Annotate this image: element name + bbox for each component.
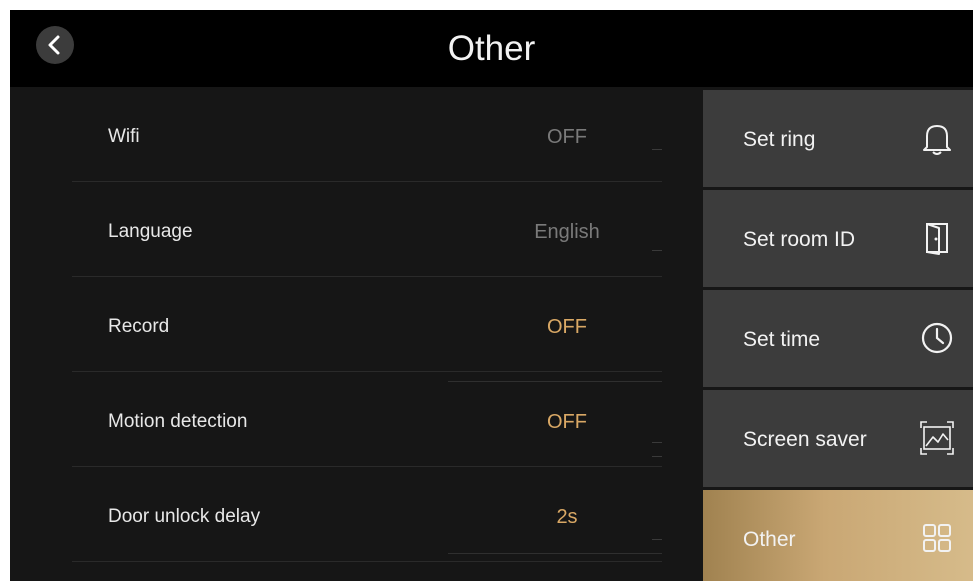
setting-row-motion-detection[interactable]: Motion detection OFF [72,372,662,467]
nav-item-label: Set room ID [743,228,856,251]
setting-row-door-unlock-delay[interactable]: Door unlock delay 2s [72,467,662,562]
setting-label: Record [108,316,170,337]
nav-item-set-time[interactable]: Set time [703,290,973,387]
settings-list: Wifi OFF Language English Record OFF Mot… [10,87,700,581]
nav-item-label: Screen saver [743,428,867,451]
setting-value[interactable]: 2s [492,467,642,562]
divider-tick [652,456,662,457]
setting-label: Motion detection [108,411,248,432]
divider-tick [652,442,662,443]
nav-item-screen-saver[interactable]: Screen saver [703,390,973,487]
nav-item-set-room-id[interactable]: Set room ID [703,190,973,287]
nav-item-label: Set time [743,328,821,351]
screen: Other Wifi OFF Language English Record O… [10,10,973,581]
setting-value[interactable]: OFF [492,372,642,467]
grid-icon [923,524,951,552]
setting-row-language[interactable]: Language English [72,182,662,277]
back-button[interactable] [36,26,74,64]
setting-label: Door unlock delay [108,506,261,527]
nav-item-other[interactable]: Other [703,490,973,581]
divider-tick [652,250,662,251]
setting-label: Language [108,221,193,242]
side-nav: Set ring Set room ID Set time Screen sav… [703,90,973,581]
top-bar: Other [10,10,973,87]
value-underline [448,553,662,554]
divider-tick [652,539,662,540]
door-icon [926,223,948,255]
picture-icon [920,421,954,455]
nav-item-set-ring[interactable]: Set ring [703,90,973,187]
nav-item-label: Set ring [743,128,816,151]
row-divider [72,561,662,562]
setting-value[interactable]: OFF [492,87,642,182]
page-title: Other [447,29,536,68]
clock-icon [921,322,953,354]
setting-row-wifi[interactable]: Wifi OFF [72,87,662,182]
setting-label: Wifi [108,126,140,147]
chevron-left-icon [48,35,60,55]
bell-icon [923,125,951,155]
setting-row-record[interactable]: Record OFF [72,277,662,382]
setting-value[interactable]: English [492,182,642,277]
setting-value[interactable]: OFF [492,277,642,372]
nav-item-label: Other [743,528,796,551]
divider-tick [652,149,662,150]
